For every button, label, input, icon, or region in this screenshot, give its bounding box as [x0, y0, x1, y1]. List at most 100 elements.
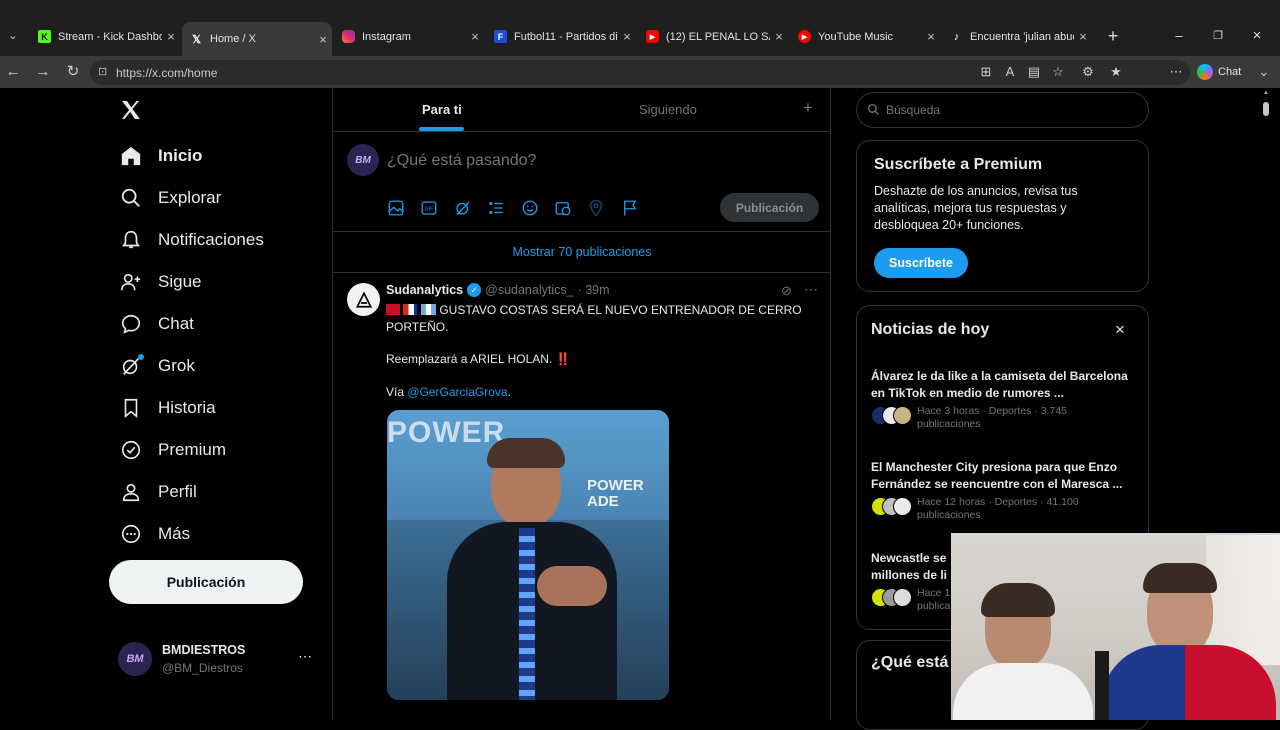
nav-label: Chat — [158, 314, 194, 333]
profile-handle: @BM_Diestros — [162, 661, 243, 675]
tweet-media-image[interactable]: POWER POWER ADE — [387, 410, 669, 700]
site-info-icon[interactable]: ⊡ — [98, 65, 107, 78]
new-tab-button[interactable]: + — [1103, 26, 1123, 46]
minimize-button[interactable]: – — [1171, 28, 1187, 44]
nav-item-mas[interactable]: Más — [118, 519, 190, 549]
nav-item-grok[interactable]: Grok — [118, 351, 195, 381]
avatar[interactable]: BM — [347, 144, 379, 176]
flag-icon[interactable] — [621, 199, 639, 217]
more-options-icon[interactable]: ⋯ — [298, 648, 312, 665]
tab-siguiendo[interactable]: Siguiendo — [639, 102, 697, 117]
close-tab-icon[interactable]: × — [466, 29, 484, 44]
show-more-posts[interactable]: Mostrar 70 publicaciones — [333, 231, 830, 273]
back-icon[interactable]: ← — [3, 62, 23, 82]
whats-happening-title: ¿Qué está — [871, 654, 949, 671]
scrollbar-up-icon[interactable]: ▲ — [1263, 90, 1269, 96]
subscribe-button[interactable]: Suscríbete — [874, 248, 968, 278]
profile-name: BMDIESTROS — [162, 643, 246, 657]
nav-item-perfil[interactable]: Perfil — [118, 477, 197, 507]
emoji-icon[interactable] — [521, 199, 539, 217]
url-text[interactable]: https://x.com/home — [116, 66, 217, 80]
add-tab-icon[interactable]: + — [803, 98, 813, 118]
close-tab-icon[interactable]: × — [1074, 29, 1092, 44]
close-icon[interactable]: × — [1115, 320, 1125, 340]
close-tab-icon[interactable]: × — [618, 29, 636, 44]
image-banner-text: POWER — [387, 416, 506, 449]
grok-compose-icon[interactable] — [454, 199, 472, 217]
nav-item-chat[interactable]: Chat — [118, 309, 194, 339]
futbol11-icon: F — [494, 30, 507, 43]
scrollbar-thumb[interactable] — [1263, 102, 1269, 116]
browser-tab-bar: ⌄ K Stream - Kick Dashboard × 𝕏 Home / X… — [0, 0, 1280, 56]
person-icon — [118, 479, 144, 505]
left-navigation: Inicio Explorar Notificaciones Sigue Cha… — [0, 88, 332, 720]
search-input[interactable]: Búsqueda — [856, 92, 1149, 128]
favorite-icon[interactable]: ☆ — [1050, 64, 1066, 80]
reader-icon[interactable]: ▤ — [1026, 64, 1042, 80]
close-tab-icon[interactable]: × — [162, 29, 180, 44]
tab-futbol11[interactable]: F Futbol11 - Partidos diarios × — [486, 25, 636, 48]
copilot-chat-button[interactable]: Chat — [1197, 60, 1249, 84]
tab-para-ti[interactable]: Para ti — [422, 102, 462, 117]
news-item[interactable]: Álvarez le da like a la camiseta del Bar… — [871, 368, 1139, 430]
poll-icon[interactable] — [487, 199, 505, 217]
avatar[interactable] — [347, 283, 380, 316]
extensions-icon[interactable]: ⚙ — [1080, 64, 1096, 80]
chat-label: Chat — [1218, 66, 1242, 78]
apps-icon[interactable]: ⊞ — [978, 64, 994, 80]
tweet-handle[interactable]: @sudanalytics_ — [485, 283, 573, 297]
tab-youtube-music[interactable]: ▶ YouTube Music × — [790, 25, 940, 48]
nav-item-historia[interactable]: Historia — [118, 393, 216, 423]
gif-icon[interactable]: GIF — [420, 199, 438, 217]
forward-icon[interactable]: → — [33, 62, 53, 82]
mention-link[interactable]: @GerGarciaGrova — [407, 385, 507, 399]
nav-item-sigue[interactable]: Sigue — [118, 267, 201, 297]
sidebar-toggle-icon[interactable]: ⌄ — [1256, 64, 1272, 80]
tweet-author[interactable]: Sudanalytics — [386, 283, 463, 297]
double-exclamation-icon: ‼️ — [555, 352, 571, 366]
notification-dot — [138, 354, 144, 360]
x-logo-icon[interactable] — [119, 98, 143, 122]
nav-item-notificaciones[interactable]: Notificaciones — [118, 225, 264, 255]
account-switcher[interactable]: BM BMDIESTROS @BM_Diestros ⋯ — [118, 640, 318, 680]
tab-x-home[interactable]: 𝕏 Home / X × — [182, 22, 332, 56]
window-close-button[interactable]: × — [1249, 28, 1265, 44]
tab-tiktok[interactable]: ♪ Encuentra 'julian abuchoj' × — [942, 25, 1092, 48]
post-button[interactable]: Publicación — [109, 560, 303, 604]
tweet-time[interactable]: · 39m — [578, 283, 610, 297]
news-item[interactable]: El Manchester City presiona para que Enz… — [871, 459, 1139, 521]
schedule-icon[interactable] — [554, 199, 572, 217]
tab-youtube-video[interactable]: ▶ (12) EL PENAL LO SALVÓ × — [638, 25, 788, 48]
restore-button[interactable]: ❐ — [1210, 28, 1226, 44]
close-tab-icon[interactable]: × — [922, 29, 940, 44]
news-headline: Álvarez le da like a la camiseta del Bar… — [871, 369, 1128, 400]
address-bar[interactable]: ⊡ https://x.com/home — [90, 60, 1190, 85]
nav-item-explorar[interactable]: Explorar — [118, 183, 221, 213]
compose-input[interactable]: ¿Qué está pasando? — [387, 152, 536, 170]
close-tab-icon[interactable]: × — [770, 29, 788, 44]
tab-list-button[interactable]: ⌄ — [4, 27, 22, 45]
premium-body: Deshazte de los anuncios, revisa tus ana… — [874, 184, 1078, 232]
webcam-overlay — [951, 533, 1280, 720]
home-icon — [118, 143, 144, 169]
nav-item-inicio[interactable]: Inicio — [118, 141, 202, 171]
copilot-icon — [1197, 64, 1213, 80]
grok-analyze-icon[interactable]: ⊘ — [781, 283, 792, 299]
tab-kick[interactable]: K Stream - Kick Dashboard × — [30, 25, 180, 48]
tweet[interactable]: Sudanalytics ✓ @sudanalytics_ · 39m ⊘ ⋯ … — [333, 273, 830, 720]
location-icon[interactable] — [587, 199, 605, 217]
webcam-person-right-shirt — [1101, 645, 1276, 720]
tab-instagram[interactable]: Instagram × — [334, 25, 484, 48]
reload-icon[interactable]: ↻ — [63, 62, 83, 82]
favorites-icon[interactable]: ★ — [1108, 64, 1124, 80]
news-avatars — [871, 497, 912, 517]
verified-badge-icon: ✓ — [467, 283, 482, 297]
translate-icon[interactable]: A — [1002, 64, 1018, 80]
tweet-more-icon[interactable]: ⋯ — [804, 281, 818, 298]
nav-item-premium[interactable]: Premium — [118, 435, 226, 465]
instagram-icon — [342, 30, 355, 43]
image-icon[interactable] — [387, 199, 405, 217]
menu-icon[interactable]: ⋯ — [1168, 64, 1184, 80]
compose-post-button[interactable]: Publicación — [720, 193, 819, 222]
close-tab-icon[interactable]: × — [314, 32, 332, 47]
